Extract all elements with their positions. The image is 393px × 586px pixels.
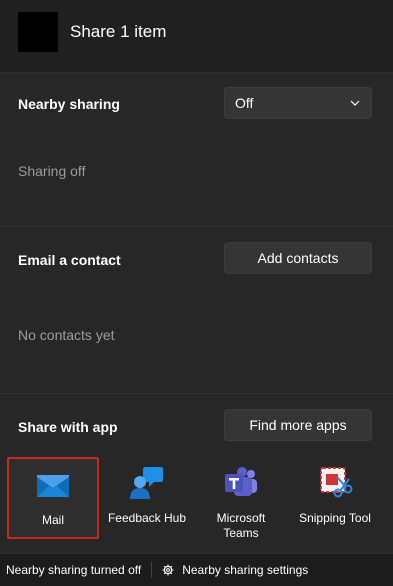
- nearby-sharing-label: Nearby sharing: [18, 96, 120, 112]
- divider: [151, 562, 153, 578]
- gear-icon: [162, 564, 174, 576]
- nearby-sharing-value: Off: [235, 95, 254, 111]
- app-label: Snipping Tool: [299, 511, 371, 525]
- nearby-sharing-status: Sharing off: [18, 163, 86, 179]
- app-microsoft-teams[interactable]: Microsoft Teams: [195, 457, 287, 540]
- app-feedback-hub[interactable]: Feedback Hub: [101, 457, 193, 539]
- no-contacts-text: No contacts yet: [18, 327, 115, 343]
- snipping-tool-icon: [317, 465, 353, 501]
- app-mail[interactable]: Mail: [7, 457, 99, 539]
- divider: [0, 226, 393, 227]
- app-label: Mail: [41, 513, 64, 527]
- share-header: Share 1 item: [0, 0, 393, 73]
- teams-icon: [223, 465, 259, 501]
- email-contact-label: Email a contact: [18, 252, 121, 268]
- nearby-sharing-dropdown[interactable]: Off: [224, 87, 372, 119]
- feedback-hub-icon: [129, 465, 165, 501]
- dialog-title: Share 1 item: [70, 22, 167, 41]
- app-label: Microsoft Teams: [216, 511, 266, 540]
- share-with-app-label: Share with app: [18, 419, 118, 435]
- chevron-down-icon: [349, 97, 361, 109]
- nearby-status-text: Nearby sharing turned off: [6, 563, 142, 577]
- add-contacts-button[interactable]: Add contacts: [224, 242, 372, 274]
- nearby-sharing-settings-link[interactable]: Nearby sharing settings: [162, 563, 308, 577]
- item-thumbnail: [18, 12, 58, 52]
- app-snipping-tool[interactable]: Snipping Tool: [289, 457, 381, 539]
- app-label: Feedback Hub: [107, 511, 187, 525]
- mail-icon: [35, 467, 71, 503]
- settings-link-label: Nearby sharing settings: [182, 563, 309, 577]
- status-bar: Nearby sharing turned off Nearby sharing…: [0, 553, 393, 586]
- find-more-apps-button[interactable]: Find more apps: [224, 409, 372, 441]
- divider: [0, 393, 393, 394]
